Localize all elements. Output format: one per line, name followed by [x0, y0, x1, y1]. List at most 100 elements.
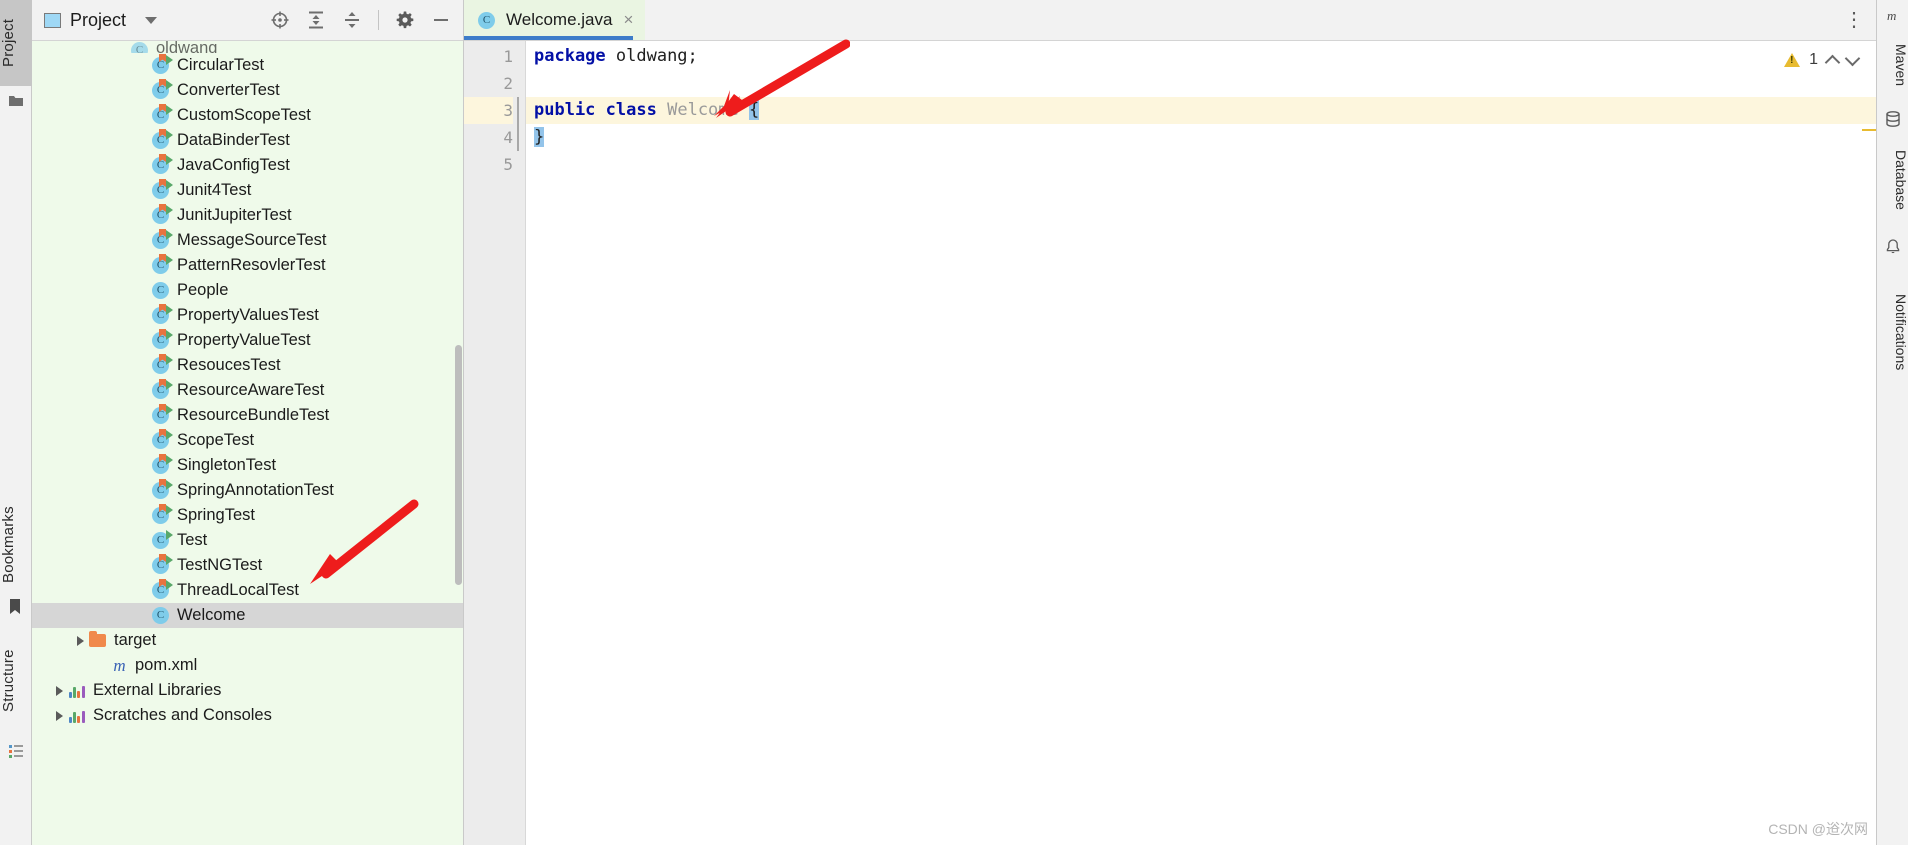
class-run-icon: C	[152, 129, 173, 150]
class-run-icon: C	[152, 454, 173, 475]
tree-row[interactable]: C Junit4Test	[32, 178, 463, 203]
code-token: class	[605, 100, 657, 120]
project-panel-title-group[interactable]: Project	[44, 9, 158, 31]
left-tool-strip: Project Bookmarks Structure	[0, 0, 32, 845]
panel-title: Project	[70, 9, 127, 30]
tree-row[interactable]: C Welcome	[32, 603, 463, 628]
warning-marker[interactable]	[1862, 129, 1876, 131]
tree-row[interactable]: C ResourceAwareTest	[32, 378, 463, 403]
tree-row[interactable]: Scratches and Consoles	[32, 703, 463, 728]
tree-row-label: TestNGTest	[177, 556, 263, 574]
bookmark-icon[interactable]	[7, 598, 25, 616]
settings-gear-icon[interactable]	[395, 10, 415, 30]
bookmark-folder-icon[interactable]	[7, 92, 25, 110]
tree-row[interactable]: C ScopeTest	[32, 428, 463, 453]
right-tool-strip: m Maven Database Notifications	[1876, 0, 1908, 845]
tree-row[interactable]: C MessageSourceTest	[32, 228, 463, 253]
chevron-down-icon[interactable]	[1844, 50, 1861, 66]
editor-tab-welcome-java[interactable]: C Welcome.java ×	[464, 0, 646, 40]
class-icon: C	[152, 281, 171, 300]
chevron-right-icon[interactable]	[50, 707, 68, 725]
editor-tab-bar: C Welcome.java × ⋮	[464, 0, 1876, 41]
sidebar-tab-notifications-label: Notifications	[1893, 293, 1908, 371]
code-token: Welcome	[667, 100, 739, 120]
tree-row-label: Scratches and Consoles	[93, 706, 272, 724]
database-icon[interactable]	[1884, 110, 1902, 128]
tree-row[interactable]: C ResourceBundleTest	[32, 403, 463, 428]
class-run-icon: C	[152, 329, 173, 350]
class-run-icon: C	[152, 504, 173, 525]
tree-row[interactable]: C PropertyValuesTest	[32, 303, 463, 328]
code-token: {	[749, 100, 760, 120]
sidebar-tab-structure[interactable]: Structure	[0, 625, 32, 737]
chevron-up-icon[interactable]	[1824, 54, 1841, 70]
tree-row[interactable]: C TestNGTest	[32, 553, 463, 578]
code-line[interactable]: }	[526, 124, 1876, 151]
editor-gutter[interactable]: 12345	[464, 41, 526, 845]
editor-text[interactable]: package oldwang; public class Welcome {}	[526, 41, 1876, 845]
notifications-icon[interactable]	[1884, 238, 1902, 256]
tree-row[interactable]: Coldwang	[32, 41, 463, 53]
hide-panel-icon[interactable]	[431, 10, 451, 30]
more-options-icon[interactable]: ⋮	[1844, 10, 1864, 30]
editor-marker-track[interactable]	[1862, 41, 1876, 845]
tree-row[interactable]: C PropertyValueTest	[32, 328, 463, 353]
select-opened-file-icon[interactable]	[270, 10, 290, 30]
code-line[interactable]: public class Welcome {	[526, 97, 1876, 124]
sidebar-tab-maven[interactable]: Maven	[1877, 28, 1908, 102]
tree-row[interactable]: C People	[32, 278, 463, 303]
code-line[interactable]	[526, 151, 1876, 178]
collapse-all-icon[interactable]	[342, 10, 362, 30]
tree-row[interactable]: C CustomScopeTest	[32, 103, 463, 128]
chevron-down-icon[interactable]	[145, 16, 158, 24]
project-tree[interactable]: Coldwang C CircularTest C ConverterTest C Cust…	[32, 41, 463, 845]
sidebar-tab-notifications[interactable]: Notifications	[1877, 262, 1908, 402]
class-run-icon: C	[131, 41, 150, 53]
expand-all-icon[interactable]	[306, 10, 326, 30]
code-line[interactable]: package oldwang;	[526, 43, 1876, 70]
tree-row-label: target	[114, 631, 157, 649]
sidebar-tab-bookmarks[interactable]: Bookmarks	[0, 490, 32, 600]
tree-row[interactable]: C JunitJupiterTest	[32, 203, 463, 228]
tree-row[interactable]: C PatternResovlerTest	[32, 253, 463, 278]
tree-row[interactable]: C Test	[32, 528, 463, 553]
tree-row[interactable]: C SpringTest	[32, 503, 463, 528]
project-tree-scrollbar[interactable]	[455, 345, 462, 585]
tree-row[interactable]: External Libraries	[32, 678, 463, 703]
tree-row-label: MessageSourceTest	[177, 231, 327, 249]
close-icon[interactable]: ×	[623, 10, 633, 30]
chevron-right-icon[interactable]	[71, 632, 89, 650]
maven-icon[interactable]: m	[1884, 6, 1902, 24]
tree-row[interactable]: target	[32, 628, 463, 653]
inspections-widget[interactable]: 1	[1784, 50, 1861, 70]
class-run-icon: C	[152, 554, 173, 575]
tree-row[interactable]: C ResoucesTest	[32, 353, 463, 378]
fold-strip[interactable]	[513, 41, 526, 845]
sidebar-tab-bookmarks-label: Bookmarks	[0, 506, 17, 584]
tree-row-label: People	[177, 281, 229, 299]
tree-row[interactable]: C ThreadLocalTest	[32, 578, 463, 603]
code-editor[interactable]: 12345 package oldwang; public class Welc…	[464, 41, 1876, 845]
tree-row[interactable]: C SingletonTest	[32, 453, 463, 478]
tree-row[interactable]: m pom.xml	[32, 653, 463, 678]
tree-row[interactable]: C SpringAnnotationTest	[32, 478, 463, 503]
class-run-icon: C	[152, 79, 173, 100]
structure-icon[interactable]	[7, 742, 25, 760]
sidebar-tab-database[interactable]: Database	[1877, 132, 1908, 228]
tree-row[interactable]: C CircularTest	[32, 53, 463, 78]
tree-row[interactable]: C JavaConfigTest	[32, 153, 463, 178]
code-fold-bar[interactable]	[517, 97, 519, 151]
tree-row[interactable]: C ConverterTest	[32, 78, 463, 103]
sidebar-tab-project[interactable]: Project	[0, 0, 32, 86]
sidebar-tab-project-label: Project	[0, 18, 17, 68]
code-line[interactable]	[526, 70, 1876, 97]
chevron-right-icon[interactable]	[50, 682, 68, 700]
java-class-icon: C	[478, 11, 497, 30]
tree-row[interactable]: C DataBinderTest	[32, 128, 463, 153]
